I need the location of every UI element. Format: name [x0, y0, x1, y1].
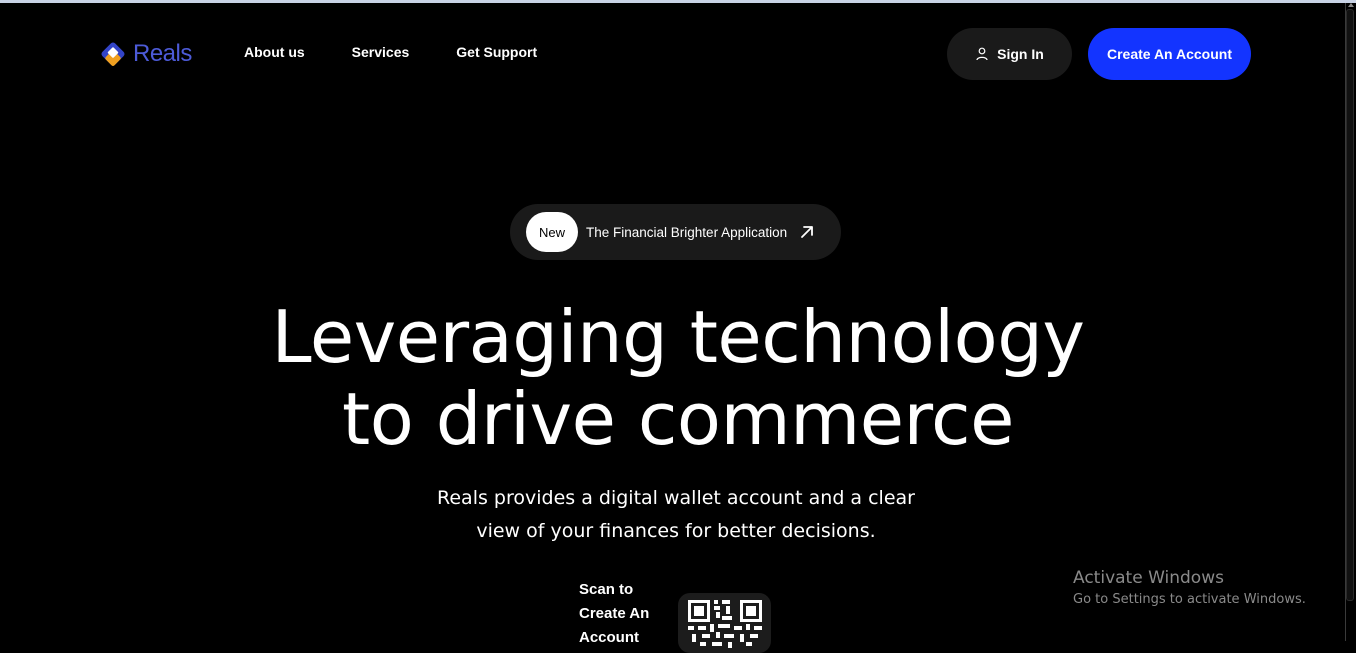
- qr-code: [678, 593, 771, 653]
- qr-code-icon: [688, 600, 762, 648]
- arrow-up-right-icon: [801, 226, 814, 238]
- hero-headline-line1: Leveraging technology: [271, 295, 1086, 379]
- scrollbar-thumb[interactable]: [1346, 9, 1354, 601]
- hero-subtitle: Reals provides a digital wallet account …: [0, 482, 1352, 548]
- nav-about-us[interactable]: About us: [244, 44, 305, 60]
- new-badge: New: [526, 212, 578, 252]
- nav-get-support[interactable]: Get Support: [456, 44, 537, 60]
- scan-line1: Scan to: [579, 581, 634, 598]
- scroll-up-arrow-icon[interactable]: [1348, 3, 1354, 7]
- scan-line3: Account: [579, 629, 639, 646]
- activation-watermark-title: Activate Windows: [1073, 568, 1224, 588]
- logo-text: Reals: [133, 40, 192, 67]
- nav-services[interactable]: Services: [352, 44, 410, 60]
- scan-line2: Create An: [579, 605, 650, 622]
- sign-in-label: Sign In: [997, 46, 1044, 62]
- create-account-label: Create An Account: [1107, 46, 1232, 62]
- hero-headline: Leveraging technology to drive commerce: [0, 296, 1356, 460]
- hero-subtitle-line1: Reals provides a digital wallet account …: [437, 487, 915, 509]
- announcement-pill[interactable]: New The Financial Brighter Application: [510, 204, 841, 260]
- user-icon: [976, 47, 988, 61]
- page-scrollbar[interactable]: [1345, 3, 1356, 641]
- activation-watermark-subtitle: Go to Settings to activate Windows.: [1073, 592, 1306, 607]
- reals-logo-icon: [101, 42, 125, 66]
- hero-headline-line2: to drive commerce: [342, 377, 1014, 461]
- sign-in-button[interactable]: Sign In: [947, 28, 1072, 80]
- main-nav: About us Services Get Support: [244, 44, 537, 60]
- scan-caption: Scan to Create An Account: [579, 578, 669, 650]
- logo[interactable]: Reals: [99, 38, 192, 70]
- create-account-button[interactable]: Create An Account: [1088, 28, 1251, 80]
- browser-top-edge: [0, 0, 1356, 3]
- announcement-text: The Financial Brighter Application: [586, 224, 788, 240]
- hero-subtitle-line2: view of your finances for better decisio…: [476, 520, 876, 542]
